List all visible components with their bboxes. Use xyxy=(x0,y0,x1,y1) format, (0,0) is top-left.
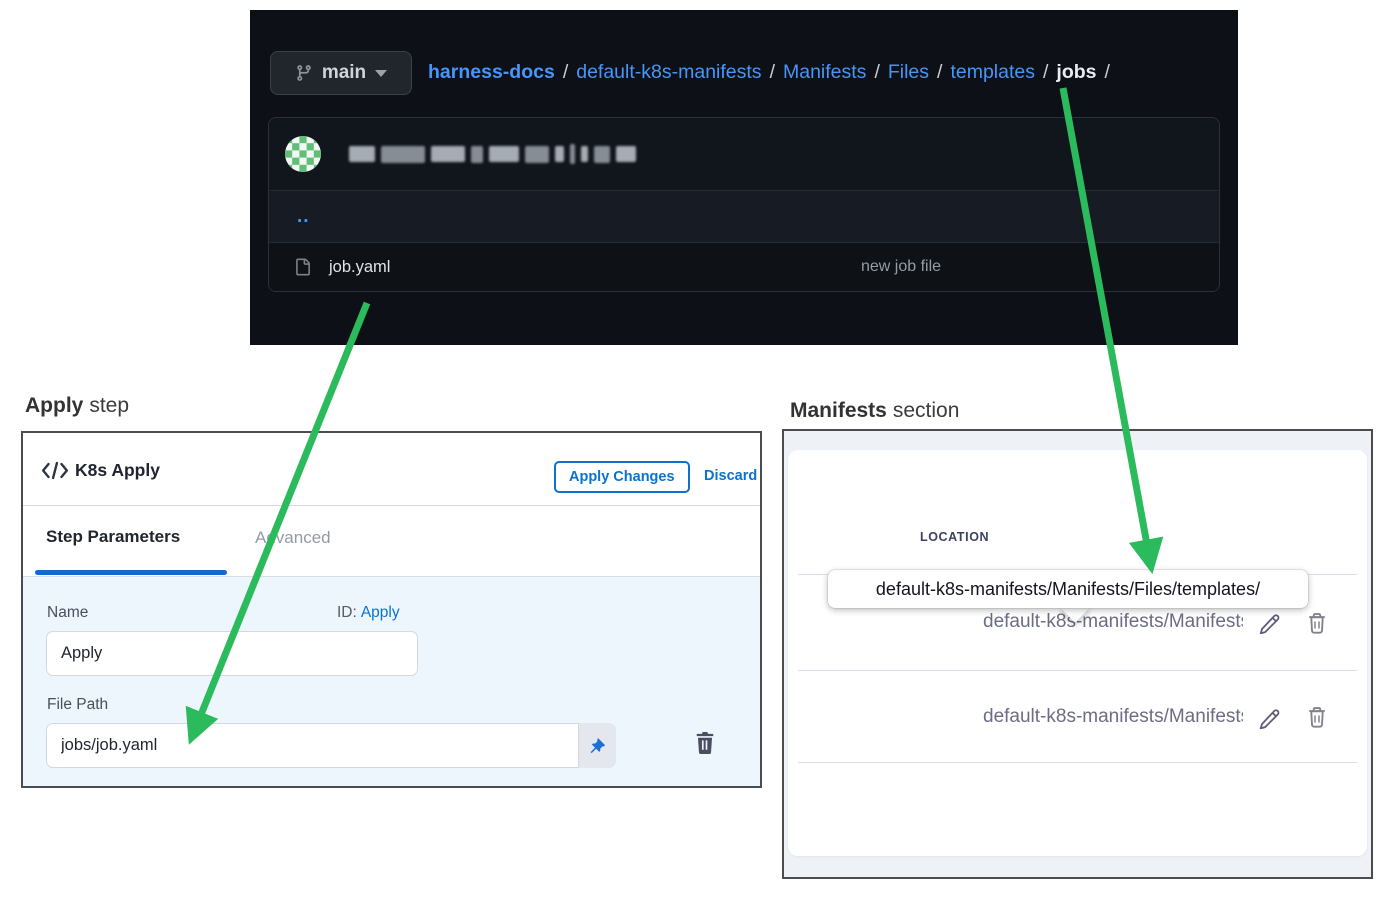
manifest-row: default-k8s-manifests/Manifests/Files/te… xyxy=(798,671,1357,763)
manifest-location-text: default-k8s-manifests/Manifests/Files/te… xyxy=(983,706,1243,728)
delete-manifest-button[interactable] xyxy=(1307,611,1327,634)
edit-manifest-button[interactable] xyxy=(1257,705,1281,729)
k8s-apply-step-panel: K8s Apply Apply Changes Discard Step Par… xyxy=(21,431,762,788)
delete-manifest-button[interactable] xyxy=(1307,705,1327,728)
location-tooltip: default-k8s-manifests/Manifests/Files/te… xyxy=(828,570,1308,608)
breadcrumb-link-templates[interactable]: templates xyxy=(950,61,1035,84)
avatar[interactable] xyxy=(285,136,321,172)
code-icon xyxy=(41,461,69,485)
pin-input-type-button[interactable] xyxy=(579,723,616,768)
tab-advanced[interactable]: Advanced xyxy=(255,528,331,548)
discard-button[interactable]: Discard xyxy=(704,468,757,484)
file-commit-message-link[interactable]: new job file xyxy=(861,258,941,276)
apply-step-caption-rest: step xyxy=(89,394,129,417)
breadcrumb-separator: / xyxy=(874,61,879,84)
file-row-job-yaml[interactable]: job.yaml new job file xyxy=(269,242,1219,291)
breadcrumb-separator: / xyxy=(563,61,568,84)
trash-icon xyxy=(695,732,715,754)
manifests-section-panel: LOCATION default-k8s-manifests/Manifests… xyxy=(782,429,1373,879)
redacted-commit-message xyxy=(349,144,642,164)
branch-name-label: main xyxy=(322,62,366,84)
manifest-location-text: default-k8s-manifests/Manifests/Files/te… xyxy=(983,611,1243,633)
trash-icon xyxy=(1307,705,1327,728)
apply-step-caption: Apply step xyxy=(25,394,129,418)
breadcrumb-repo-link[interactable]: harness-docs xyxy=(428,61,555,84)
id-value-link[interactable]: Apply xyxy=(361,604,400,621)
file-path-input[interactable] xyxy=(46,723,579,768)
manifests-section-caption: Manifests section xyxy=(790,399,959,423)
pencil-icon xyxy=(1257,610,1281,634)
apply-step-caption-bold: Apply xyxy=(25,394,83,417)
apply-changes-button[interactable]: Apply Changes xyxy=(554,461,690,493)
screenshot-canvas: main harness-docs / default-k8s-manifest… xyxy=(0,0,1385,921)
step-parameters-form: Name ID:Apply File Path xyxy=(23,577,760,786)
manifests-list-card: LOCATION default-k8s-manifests/Manifests… xyxy=(788,450,1367,856)
latest-commit-row xyxy=(269,118,1219,190)
location-column-header: LOCATION xyxy=(920,530,989,544)
breadcrumb-link-default-k8s-manifests[interactable]: default-k8s-manifests xyxy=(576,61,761,84)
name-field-label: Name xyxy=(47,604,88,622)
step-tabs: Step Parameters Advanced xyxy=(23,506,760,577)
breadcrumb-link-files[interactable]: Files xyxy=(888,61,929,84)
trash-icon xyxy=(1307,611,1327,634)
git-branch-icon xyxy=(295,63,313,83)
manifests-table-header: LOCATION xyxy=(798,450,1357,575)
breadcrumb: harness-docs / default-k8s-manifests / M… xyxy=(428,51,1118,93)
breadcrumb-separator: / xyxy=(1043,61,1048,84)
parent-directory-link[interactable]: .. xyxy=(297,206,310,228)
breadcrumb-separator: / xyxy=(1105,61,1110,84)
parent-directory-row[interactable]: .. xyxy=(269,190,1219,242)
step-id: ID:Apply xyxy=(337,604,400,622)
active-tab-indicator xyxy=(35,570,227,575)
pencil-icon xyxy=(1257,705,1281,729)
file-name-link[interactable]: job.yaml xyxy=(329,258,390,277)
branch-selector-button[interactable]: main xyxy=(270,51,412,95)
file-list-table: .. job.yaml new job file xyxy=(268,117,1220,292)
step-title: K8s Apply xyxy=(75,460,160,481)
breadcrumb-current-folder: jobs xyxy=(1056,61,1096,84)
github-file-browser-panel: main harness-docs / default-k8s-manifest… xyxy=(250,10,1238,345)
file-path-field-label: File Path xyxy=(47,696,108,714)
breadcrumb-separator: / xyxy=(937,61,942,84)
breadcrumb-link-manifests[interactable]: Manifests xyxy=(783,61,866,84)
id-label: ID: xyxy=(337,604,357,621)
edit-manifest-button[interactable] xyxy=(1257,610,1281,634)
step-panel-header: K8s Apply Apply Changes Discard xyxy=(23,433,760,506)
name-input[interactable] xyxy=(46,631,418,676)
manifests-caption-bold: Manifests xyxy=(790,399,887,422)
tab-step-parameters[interactable]: Step Parameters xyxy=(46,527,180,547)
pin-icon xyxy=(589,737,606,754)
chevron-down-icon xyxy=(375,70,387,77)
manifests-caption-rest: section xyxy=(893,399,960,422)
delete-file-path-button[interactable] xyxy=(695,732,715,754)
breadcrumb-separator: / xyxy=(770,61,775,84)
file-icon xyxy=(294,257,311,277)
